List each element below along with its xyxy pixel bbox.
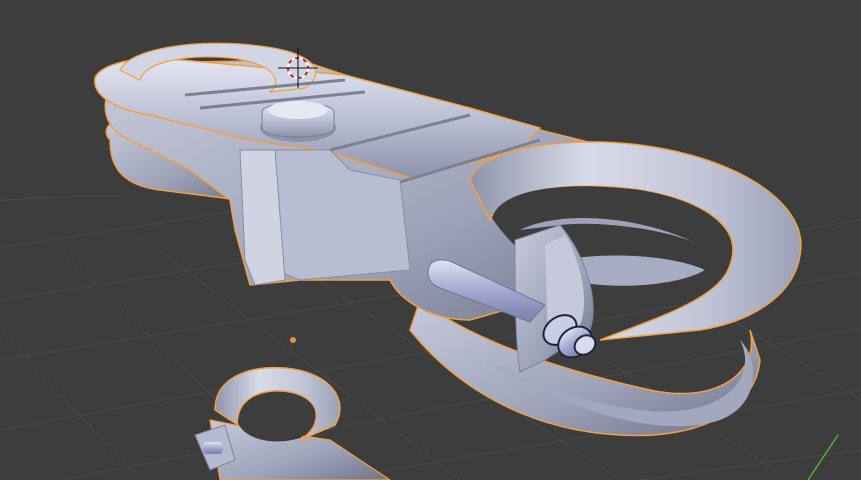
secondary-clamp-bolt: [203, 442, 223, 454]
object-origin-icon: [290, 337, 296, 343]
secondary-clamp-bore: [238, 392, 316, 442]
3d-viewport[interactable]: [0, 0, 861, 480]
top-bolt-head: [260, 101, 336, 142]
selected-mesh-object[interactable]: [94, 42, 802, 437]
x-axis-line: [807, 434, 839, 480]
secondary-mesh-object[interactable]: [194, 366, 392, 480]
